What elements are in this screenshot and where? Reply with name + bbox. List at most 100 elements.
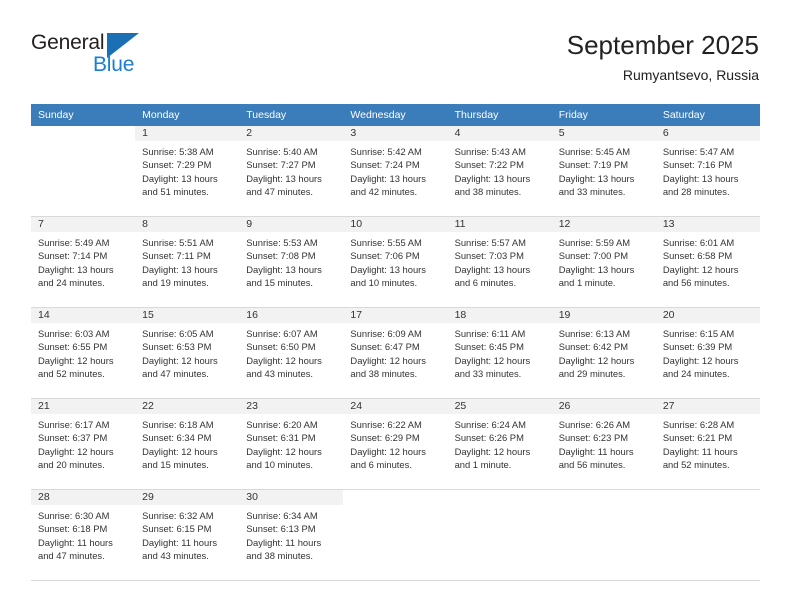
weekday-header-wednesday: Wednesday	[343, 104, 448, 126]
calendar-day-cell[interactable]: 9 Sunrise: 5:53 AM Sunset: 7:08 PM Daylight…	[239, 216, 344, 308]
daylight-duration-line2: and 28 minutes.	[662, 186, 730, 198]
daylight-duration-line2: and 6 minutes.	[454, 277, 517, 289]
calendar-day-cell[interactable]: 26 Sunrise: 6:26 AM Sunset: 6:23 PM Dayligh…	[551, 398, 656, 490]
day-number: 11	[447, 217, 552, 232]
sunset-time: Sunset: 7:27 PM	[246, 159, 316, 171]
daylight-duration-line2: and 20 minutes.	[38, 459, 105, 471]
daylight-duration-line1: Daylight: 11 hours	[246, 536, 322, 548]
calendar-day-cell[interactable]: 18 Sunrise: 6:11 AM Sunset: 6:45 PM Dayligh…	[447, 307, 552, 399]
sunset-time: Sunset: 7:11 PM	[142, 250, 211, 262]
sunrise-time: Sunrise: 6:34 AM	[246, 510, 318, 521]
day-number: 3	[343, 126, 448, 141]
calendar-day-cell[interactable]: 24 Sunrise: 6:22 AM Sunset: 6:29 PM Dayligh…	[343, 398, 448, 490]
day-number: 19	[551, 308, 656, 323]
sunset-time: Sunset: 7:22 PM	[454, 159, 524, 171]
sunset-time: Sunset: 7:19 PM	[558, 159, 629, 171]
daylight-duration-line2: and 24 minutes.	[38, 277, 105, 289]
calendar-body: 1 Sunrise: 5:38 AM Sunset: 7:29 PM Daylight…	[31, 126, 760, 581]
sunrise-time: Sunrise: 5:51 AM	[142, 237, 214, 248]
calendar-header-row: Sunday Monday Tuesday Wednesday Thursday…	[31, 104, 760, 126]
sunset-time: Sunset: 6:34 PM	[142, 432, 212, 444]
daylight-duration-line2: and 33 minutes.	[454, 368, 522, 380]
sunrise-time: Sunrise: 6:15 AM	[662, 328, 735, 339]
calendar-week-row: 7 Sunrise: 5:49 AM Sunset: 7:14 PM Daylight…	[31, 216, 760, 308]
day-number: 30	[239, 490, 344, 505]
day-number: 8	[135, 217, 240, 232]
day-details	[343, 505, 447, 509]
daylight-duration-line2: and 6 minutes.	[350, 459, 412, 471]
daylight-duration-line1: Daylight: 12 hours	[558, 354, 635, 366]
sunrise-time: Sunrise: 5:55 AM	[350, 237, 422, 248]
calendar-day-cell[interactable]: 19 Sunrise: 6:13 AM Sunset: 6:42 PM Dayligh…	[551, 307, 656, 399]
sunset-time: Sunset: 6:23 PM	[558, 432, 629, 444]
calendar-day-cell[interactable]: 11 Sunrise: 5:57 AM Sunset: 7:03 PM Dayligh…	[447, 216, 552, 308]
day-details: Sunrise: 5:53 AM Sunset: 7:08 PM Daylight:…	[239, 232, 343, 290]
daylight-duration-line1: Daylight: 11 hours	[662, 445, 738, 457]
calendar-day-cell[interactable]: 29 Sunrise: 6:32 AM Sunset: 6:15 PM Dayligh…	[135, 489, 240, 581]
weekday-header-friday: Friday	[551, 104, 656, 126]
day-number: 26	[551, 399, 656, 414]
day-details: Sunrise: 6:17 AM Sunset: 6:37 PM Daylight:…	[31, 414, 135, 472]
day-number: 21	[31, 399, 136, 414]
calendar-table: Sunday Monday Tuesday Wednesday Thursday…	[31, 104, 760, 581]
daylight-duration-line1: Daylight: 13 hours	[454, 263, 531, 275]
daylight-duration-line1: Daylight: 13 hours	[350, 172, 426, 184]
day-details: Sunrise: 5:51 AM Sunset: 7:11 PM Daylight:…	[135, 232, 239, 290]
daylight-duration-line1: Daylight: 13 hours	[558, 263, 635, 275]
day-details: Sunrise: 6:32 AM Sunset: 6:15 PM Daylight:…	[135, 505, 239, 563]
calendar-day-cell[interactable]: 22 Sunrise: 6:18 AM Sunset: 6:34 PM Dayligh…	[135, 398, 240, 490]
sunrise-time: Sunrise: 6:32 AM	[142, 510, 214, 521]
calendar-day-cell[interactable]: 25 Sunrise: 6:24 AM Sunset: 6:26 PM Dayligh…	[447, 398, 552, 490]
calendar-day-cell[interactable]: 13 Sunrise: 6:01 AM Sunset: 6:58 PM Dayligh…	[655, 216, 760, 308]
daylight-duration-line1: Daylight: 13 hours	[350, 263, 426, 275]
calendar-day-cell[interactable]: 17 Sunrise: 6:09 AM Sunset: 6:47 PM Dayligh…	[343, 307, 448, 399]
day-number: 12	[551, 217, 656, 232]
calendar-day-cell[interactable]: 28 Sunrise: 6:30 AM Sunset: 6:18 PM Dayligh…	[31, 489, 136, 581]
sunset-time: Sunset: 6:53 PM	[142, 341, 212, 353]
calendar-day-cell[interactable]: 16 Sunrise: 6:07 AM Sunset: 6:50 PM Dayligh…	[239, 307, 344, 399]
day-details	[31, 141, 135, 145]
calendar-day-cell[interactable]: 10 Sunrise: 5:55 AM Sunset: 7:06 PM Dayligh…	[343, 216, 448, 308]
daylight-duration-line1: Daylight: 11 hours	[558, 445, 634, 457]
daylight-duration-line1: Daylight: 12 hours	[142, 354, 218, 366]
calendar-day-cell[interactable]: 5 Sunrise: 5:45 AM Sunset: 7:19 PM Daylight…	[551, 126, 656, 217]
calendar-day-cell[interactable]: 6 Sunrise: 5:47 AM Sunset: 7:16 PM Daylight…	[655, 126, 760, 217]
daylight-duration-line2: and 33 minutes.	[558, 186, 626, 198]
sunrise-time: Sunrise: 5:47 AM	[662, 146, 735, 157]
daylight-duration-line2: and 56 minutes.	[558, 459, 626, 471]
calendar-day-cell[interactable]: 27 Sunrise: 6:28 AM Sunset: 6:21 PM Dayligh…	[655, 398, 760, 490]
sunset-time: Sunset: 7:00 PM	[558, 250, 629, 262]
calendar-day-cell[interactable]: 15 Sunrise: 6:05 AM Sunset: 6:53 PM Dayligh…	[135, 307, 240, 399]
general-blue-logo: General Blue	[31, 31, 261, 81]
calendar-day-cell[interactable]: 20 Sunrise: 6:15 AM Sunset: 6:39 PM Dayligh…	[655, 307, 760, 399]
daylight-duration-line2: and 47 minutes.	[142, 368, 209, 380]
day-details: Sunrise: 6:11 AM Sunset: 6:45 PM Daylight:…	[448, 323, 552, 381]
calendar-day-cell[interactable]: 21 Sunrise: 6:17 AM Sunset: 6:37 PM Dayligh…	[31, 398, 136, 490]
day-details: Sunrise: 5:38 AM Sunset: 7:29 PM Daylight:…	[135, 141, 239, 199]
day-details: Sunrise: 5:47 AM Sunset: 7:16 PM Daylight:…	[656, 141, 760, 199]
calendar-day-cell[interactable]: 7 Sunrise: 5:49 AM Sunset: 7:14 PM Daylight…	[31, 216, 136, 308]
day-details: Sunrise: 6:13 AM Sunset: 6:42 PM Daylight:…	[552, 323, 656, 381]
day-number: 4	[447, 126, 552, 141]
calendar-day-cell[interactable]: 4 Sunrise: 5:43 AM Sunset: 7:22 PM Daylight…	[447, 126, 552, 217]
calendar-day-cell[interactable]: 30 Sunrise: 6:34 AM Sunset: 6:13 PM Dayligh…	[239, 489, 344, 581]
day-number: 28	[31, 490, 136, 505]
weekday-header-tuesday: Tuesday	[239, 104, 344, 126]
calendar-day-cell[interactable]: 1 Sunrise: 5:38 AM Sunset: 7:29 PM Daylight…	[135, 126, 240, 217]
calendar-day-cell[interactable]: 12 Sunrise: 5:59 AM Sunset: 7:00 PM Dayligh…	[551, 216, 656, 308]
calendar-day-cell[interactable]: 14 Sunrise: 6:03 AM Sunset: 6:55 PM Dayligh…	[31, 307, 136, 399]
sunset-time: Sunset: 6:18 PM	[38, 523, 108, 535]
daylight-duration-line2: and 56 minutes.	[662, 277, 730, 289]
calendar-day-cell[interactable]: 23 Sunrise: 6:20 AM Sunset: 6:31 PM Dayligh…	[239, 398, 344, 490]
daylight-duration-line2: and 15 minutes.	[142, 459, 209, 471]
calendar-day-cell[interactable]: 3 Sunrise: 5:42 AM Sunset: 7:24 PM Daylight…	[343, 126, 448, 217]
sunset-time: Sunset: 6:26 PM	[454, 432, 524, 444]
day-number: 23	[239, 399, 344, 414]
calendar-day-cell[interactable]: 2 Sunrise: 5:40 AM Sunset: 7:27 PM Daylight…	[239, 126, 344, 217]
daylight-duration-line1: Daylight: 11 hours	[38, 536, 113, 548]
calendar-day-cell	[655, 489, 760, 581]
sunset-time: Sunset: 6:55 PM	[38, 341, 108, 353]
calendar-week-row: 21 Sunrise: 6:17 AM Sunset: 6:37 PM Dayligh…	[31, 398, 760, 490]
calendar-day-cell[interactable]: 8 Sunrise: 5:51 AM Sunset: 7:11 PM Daylight…	[135, 216, 240, 308]
daylight-duration-line1: Daylight: 12 hours	[246, 354, 322, 366]
